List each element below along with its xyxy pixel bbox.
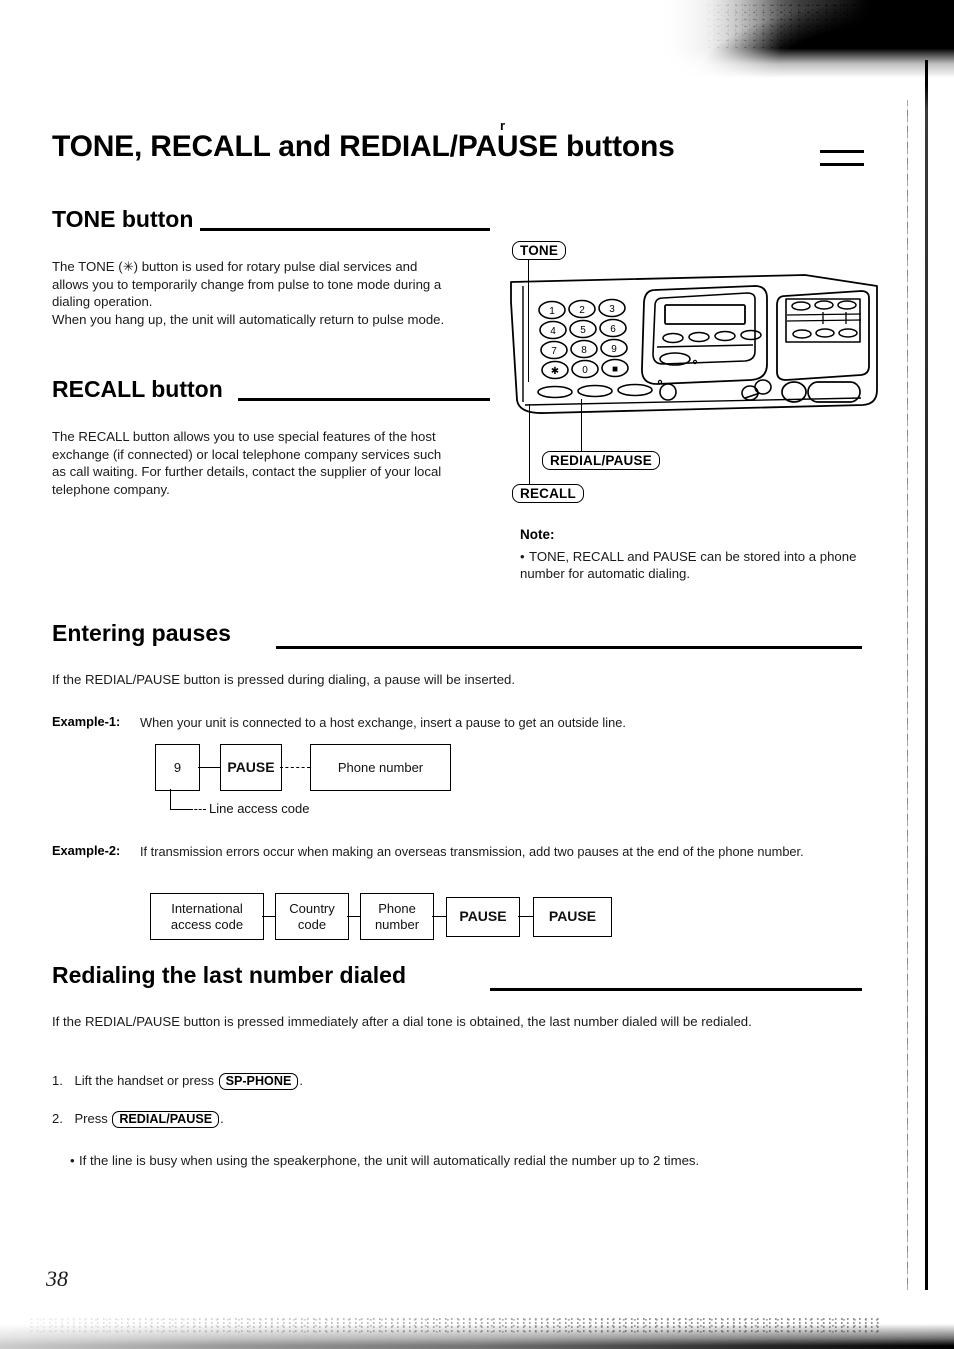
section-heading-entering-pauses: Entering pauses — [52, 620, 231, 646]
step-1-text-after: . — [299, 1073, 303, 1088]
step-2-text-after: . — [220, 1111, 224, 1126]
callout-recall: RECALL — [512, 484, 584, 503]
svg-text:0: 0 — [582, 365, 588, 376]
svg-text:5: 5 — [580, 325, 586, 336]
scan-hairline-right — [907, 100, 908, 1290]
flow-connector-2 — [280, 767, 310, 768]
note-label: Note: — [520, 527, 555, 542]
svg-text:2: 2 — [579, 305, 585, 316]
bullet-icon: • — [70, 1153, 75, 1168]
redialing-note-row: • If the line is busy when using the spea… — [70, 1152, 810, 1169]
scan-noise-bottom — [30, 1317, 880, 1333]
entering-pauses-intro: If the REDIAL/PAUSE button is pressed du… — [52, 672, 516, 687]
flow-connector-1 — [198, 767, 220, 768]
flow-box-country-code: Country code — [275, 893, 349, 940]
scan-shadow-right-edge — [925, 60, 928, 1290]
callout-redial-pause: REDIAL/PAUSE — [542, 451, 660, 470]
page-number: 38 — [46, 1266, 68, 1291]
example1-text: When your unit is connected to a host ex… — [140, 715, 626, 730]
flow-box-line-access-code: 9 — [155, 744, 200, 791]
flow-connector-5 — [432, 916, 446, 917]
step-1-text-before: Lift the handset or press — [74, 1073, 218, 1088]
svg-text:✱: ✱ — [551, 366, 559, 377]
section-rule-tone — [200, 228, 490, 231]
section-heading-tone: TONE button — [52, 206, 194, 232]
flow-box-phone-number-2: Phone number — [360, 893, 434, 940]
step-2-text-before: Press — [74, 1111, 112, 1126]
step-2-number: 2. — [52, 1111, 63, 1126]
svg-text:9: 9 — [611, 344, 617, 355]
example1-label: Example-1: — [52, 714, 121, 729]
flow-box-pause-3: PAUSE — [533, 897, 612, 937]
bullet-icon: • — [520, 549, 525, 564]
section-heading-redialing: Redialing the last number dialed — [52, 962, 407, 988]
svg-text:3: 3 — [609, 304, 615, 315]
page-title: TONE, RECALL and REDIAL/PAUSE buttons — [52, 130, 675, 163]
svg-text:6: 6 — [610, 324, 616, 335]
section-rule-redialing — [490, 988, 862, 991]
svg-text:8: 8 — [581, 345, 587, 356]
svg-text:4: 4 — [550, 326, 556, 337]
section-rule-recall — [238, 398, 490, 401]
key-sp-phone[interactable]: SP-PHONE — [218, 1073, 299, 1090]
note-text: TONE, RECALL and PAUSE can be stored int… — [520, 549, 857, 582]
step-2: 2. Press REDIAL/PAUSE. — [52, 1110, 752, 1128]
svg-text:■: ■ — [612, 364, 618, 375]
flow-box-phone-number-1: Phone number — [310, 744, 451, 791]
example2-text: If transmission errors occur when making… — [140, 844, 804, 859]
callout-tone: TONE — [512, 241, 567, 260]
leader-horizontal-line-access-code — [170, 809, 190, 810]
leader-label-line-access-code: Line access code — [209, 801, 310, 816]
flow-connector-4 — [347, 916, 360, 917]
note-text-row: • TONE, RECALL and PAUSE can be stored in… — [520, 548, 860, 583]
svg-text:7: 7 — [551, 346, 557, 357]
scan-noise-top-right — [700, 2, 954, 48]
section-body-recall: The RECALL button allows you to use spec… — [52, 429, 442, 497]
svg-text:1: 1 — [549, 306, 555, 317]
fax-panel-drawing: 1 2 3 4 5 6 7 8 9 ✱ 0 ■ — [510, 274, 878, 414]
flow-box-pause-1: PAUSE — [220, 744, 282, 791]
flow-connector-6 — [518, 916, 533, 917]
leader-vertical-line-access-code — [170, 789, 171, 809]
section-body-tone: The TONE (✳) button is used for rotary p… — [52, 259, 445, 327]
section-rule-entering-pauses — [276, 646, 862, 649]
redialing-intro: If the REDIAL/PAUSE button is pressed im… — [52, 1014, 752, 1029]
scanned-manual-page: r TONE, RECALL and REDIAL/PAUSE buttons … — [0, 0, 954, 1349]
key-redial-pause[interactable]: REDIAL/PAUSE — [112, 1111, 220, 1128]
step-1-number: 1. — [52, 1073, 63, 1088]
example2-label: Example-2: — [52, 843, 121, 858]
leader-dash-line-access-code — [190, 809, 206, 810]
section-heading-recall: RECALL button — [52, 376, 223, 402]
flow-box-international-access-code: International access code — [150, 893, 264, 940]
flow-box-pause-2: PAUSE — [446, 897, 520, 937]
step-1: 1. Lift the handset or press SP-PHONE. — [52, 1072, 752, 1090]
redialing-note-text: If the line is busy when using the speak… — [79, 1153, 700, 1168]
page-title-rule — [820, 150, 864, 166]
flow-connector-3 — [262, 916, 275, 917]
